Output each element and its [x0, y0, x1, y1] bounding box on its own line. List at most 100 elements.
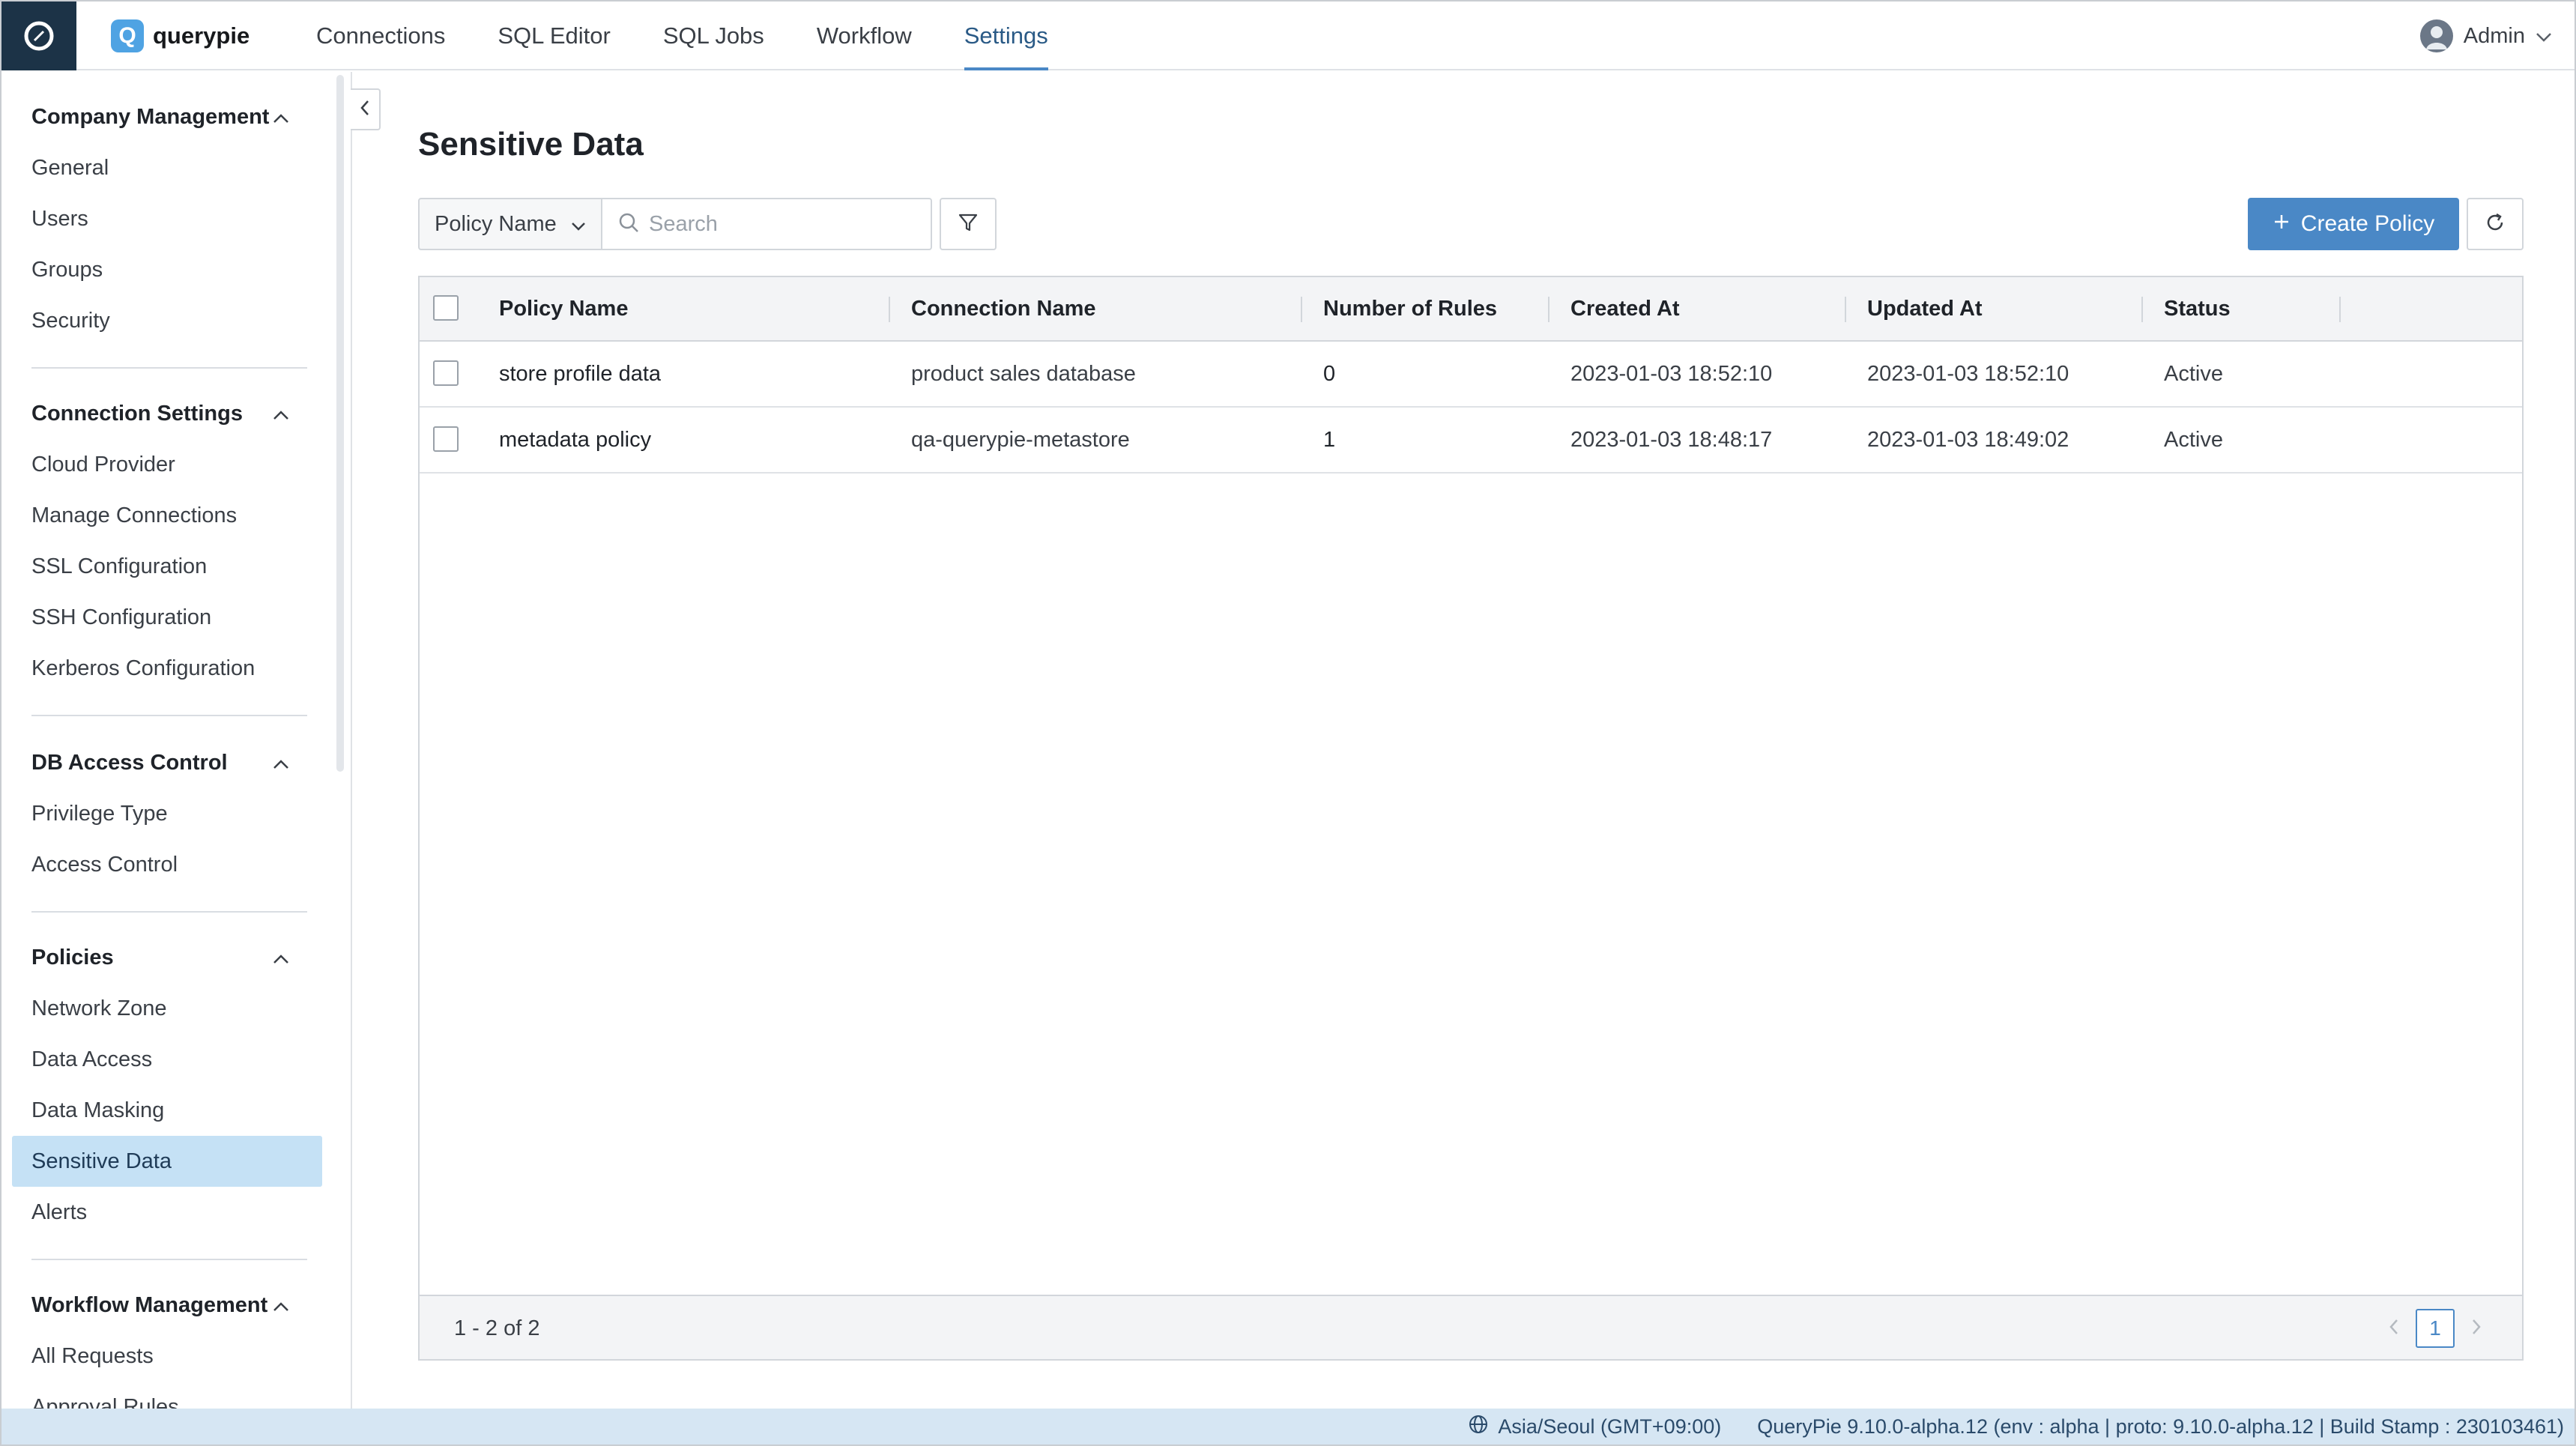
search-field-label: Policy Name [435, 211, 557, 236]
nav-connections[interactable]: Connections [316, 1, 445, 70]
app-window: Q querypie Connections SQL Editor SQL Jo… [0, 0, 2576, 1446]
column-resizer[interactable] [1845, 297, 1846, 322]
search-input[interactable] [649, 211, 919, 237]
column-header-policy-name[interactable]: Policy Name [499, 277, 628, 340]
chevron-up-icon [273, 105, 289, 130]
sidebar-item-access-control[interactable]: Access Control [12, 839, 322, 890]
nav-sql-jobs[interactable]: SQL Jobs [663, 1, 764, 70]
nav-sql-editor[interactable]: SQL Editor [498, 1, 610, 70]
policies-table: Policy Name Connection Name Number of Ru… [418, 276, 2524, 1361]
sidebar-item-data-masking[interactable]: Data Masking [12, 1085, 322, 1136]
table-footer: 1 - 2 of 2 1 [420, 1295, 2522, 1359]
column-header-status[interactable]: Status [2164, 277, 2231, 340]
pagination: 1 [2389, 1296, 2482, 1361]
avatar [2419, 19, 2453, 52]
cell-created-at: 2023-01-03 18:52:10 [1570, 361, 1773, 386]
sidebar-item-ssl-configuration[interactable]: SSL Configuration [12, 541, 322, 592]
timezone-indicator[interactable]: Asia/Seoul (GMT+09:00) [1468, 1414, 1721, 1440]
search-icon [617, 211, 640, 238]
cell-created-at: 2023-01-03 18:48:17 [1570, 427, 1773, 452]
sidebar-group-header[interactable]: Workflow Management [1, 1280, 331, 1331]
column-header-connection-name[interactable]: Connection Name [911, 277, 1096, 340]
sidebar-item-security[interactable]: Security [12, 295, 322, 346]
main-nav: Connections SQL Editor SQL Jobs Workflow… [316, 1, 1101, 70]
sidebar-item-data-access[interactable]: Data Access [12, 1034, 322, 1085]
cell-number-of-rules: 1 [1323, 427, 1336, 452]
sidebar-item-ssh-configuration[interactable]: SSH Configuration [12, 592, 322, 643]
sidebar-group-header[interactable]: Company Management [1, 91, 331, 142]
sidebar-group-policies: Policies Network Zone Data Access Data M… [1, 932, 331, 1238]
chevron-up-icon [273, 946, 289, 970]
top-navigation-bar: Q querypie Connections SQL Editor SQL Jo… [1, 1, 2575, 70]
sidebar-group-title: Company Management [31, 104, 270, 129]
version-text: QueryPie 9.10.0-alpha.12 (env : alpha | … [1757, 1415, 2564, 1438]
sidebar-item-groups[interactable]: Groups [12, 244, 322, 295]
column-header-created-at[interactable]: Created At [1570, 277, 1680, 340]
sidebar-group-header[interactable]: Connection Settings [1, 388, 331, 439]
refresh-button[interactable] [2467, 198, 2524, 250]
sidebar-item-approval-rules[interactable]: Approval Rules [12, 1382, 322, 1409]
status-bar: Asia/Seoul (GMT+09:00) QueryPie 9.10.0-a… [1, 1409, 2575, 1445]
filter-icon [957, 211, 979, 238]
sidebar-item-all-requests[interactable]: All Requests [12, 1331, 322, 1382]
row-checkbox[interactable] [433, 426, 459, 452]
nav-workflow[interactable]: Workflow [817, 1, 912, 70]
sidebar-group-company-management: Company Management General Users Groups … [1, 91, 331, 346]
user-menu[interactable]: Admin [2419, 18, 2552, 54]
page-number-button[interactable]: 1 [2416, 1309, 2455, 1348]
chevron-up-icon [273, 402, 289, 426]
brand-logo[interactable]: Q querypie [111, 19, 250, 52]
cell-updated-at: 2023-01-03 18:52:10 [1867, 361, 2069, 386]
chevron-down-icon [2536, 24, 2552, 49]
sidebar-group-title: DB Access Control [31, 750, 228, 775]
row-checkbox[interactable] [433, 360, 459, 386]
cell-policy-name: metadata policy [499, 427, 652, 452]
globe-icon [1468, 1414, 1489, 1440]
app-logo-icon[interactable] [1, 1, 76, 70]
column-header-updated-at[interactable]: Updated At [1867, 277, 1983, 340]
column-resizer[interactable] [2339, 297, 2341, 322]
cell-connection-name: qa-querypie-metastore [911, 427, 1130, 452]
sidebar-group-header[interactable]: Policies [1, 932, 331, 983]
sidebar-item-network-zone[interactable]: Network Zone [12, 983, 322, 1034]
cell-policy-name: store profile data [499, 361, 662, 386]
refresh-icon [2483, 211, 2507, 238]
sidebar-group-title: Policies [31, 945, 114, 969]
filter-button[interactable] [940, 198, 997, 250]
column-header-number-of-rules[interactable]: Number of Rules [1323, 277, 1497, 340]
sidebar-item-kerberos-configuration[interactable]: Kerberos Configuration [12, 643, 322, 694]
sidebar-item-alerts[interactable]: Alerts [12, 1187, 322, 1238]
user-name: Admin [2463, 23, 2525, 48]
sidebar-group-header[interactable]: DB Access Control [1, 737, 331, 788]
sidebar-item-general[interactable]: General [12, 142, 322, 193]
sidebar-item-users[interactable]: Users [12, 193, 322, 244]
pagination-range: 1 - 2 of 2 [454, 1316, 540, 1340]
sidebar-item-privilege-type[interactable]: Privilege Type [12, 788, 322, 839]
search-field-select[interactable]: Policy Name [418, 198, 602, 250]
timezone-text: Asia/Seoul (GMT+09:00) [1498, 1415, 1722, 1438]
cell-updated-at: 2023-01-03 18:49:02 [1867, 427, 2069, 452]
sidebar-item-cloud-provider[interactable]: Cloud Provider [12, 439, 322, 490]
table-row[interactable]: store profile data product sales databas… [420, 342, 2522, 408]
nav-settings[interactable]: Settings [964, 1, 1048, 70]
create-policy-button[interactable]: Create Policy [2248, 198, 2459, 250]
table-row[interactable]: metadata policy qa-querypie-metastore 1 … [420, 408, 2522, 474]
column-resizer[interactable] [1301, 297, 1302, 322]
sidebar-item-manage-connections[interactable]: Manage Connections [12, 490, 322, 541]
cell-number-of-rules: 0 [1323, 361, 1336, 386]
column-resizer[interactable] [2141, 297, 2143, 322]
main-content: Sensitive Data Policy Name Create Policy [354, 72, 2575, 1409]
chevron-right-icon[interactable] [2471, 1319, 2482, 1339]
settings-sidebar: Company Management General Users Groups … [1, 72, 352, 1409]
select-all-checkbox[interactable] [433, 295, 459, 321]
sidebar-group-workflow-management: Workflow Management All Requests Approva… [1, 1280, 331, 1409]
sidebar-group-title: Workflow Management [31, 1292, 268, 1317]
sidebar-scrollbar[interactable] [336, 75, 344, 772]
sidebar-item-sensitive-data[interactable]: Sensitive Data [12, 1136, 322, 1187]
cell-status: Active [2164, 361, 2223, 386]
column-resizer[interactable] [889, 297, 890, 322]
search-input-wrapper[interactable] [601, 198, 932, 250]
column-resizer[interactable] [1548, 297, 1549, 322]
sidebar-group-db-access-control: DB Access Control Privilege Type Access … [1, 737, 331, 890]
chevron-left-icon[interactable] [2389, 1319, 2399, 1339]
